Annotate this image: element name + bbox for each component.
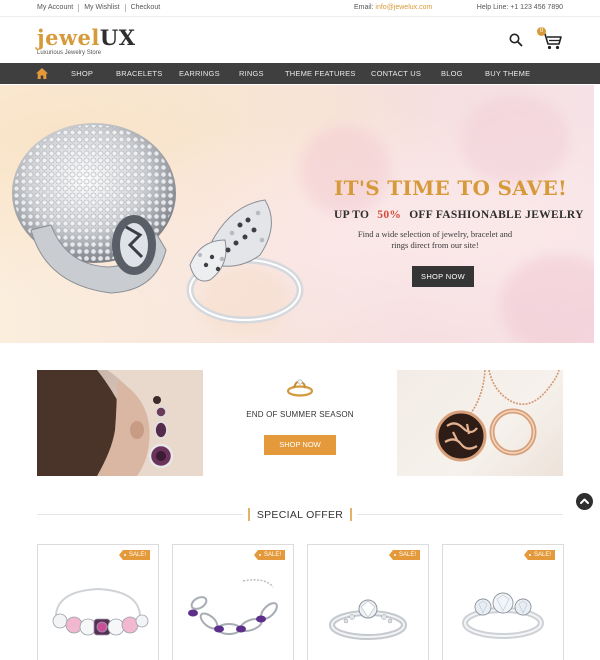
sale-badge: SALE! <box>118 550 150 560</box>
hero-discount-percent: 50% <box>377 209 402 221</box>
nav-item-bracelets[interactable]: BRACELETS <box>116 63 162 84</box>
summer-season-promo: END OF SUMMER SEASON SHOP NOW <box>203 370 397 476</box>
hero-sub-prefix: UP TO <box>334 209 370 221</box>
hero-sub-suffix: OFF FASHIONABLE JEWELRY <box>409 209 584 221</box>
model-earring-image <box>37 370 203 476</box>
nav-item-blog[interactable]: BLOG <box>441 63 463 84</box>
three-stone-ring-image <box>462 592 544 639</box>
hero-title: IT'S TIME TO SAVE! <box>334 176 568 200</box>
rose-gold-promo-image[interactable] <box>397 370 563 476</box>
help-line: Help Line: +1 123 456 7890 <box>476 4 563 11</box>
checkout-link[interactable]: Checkout <box>124 4 166 12</box>
search-button[interactable] <box>508 32 524 48</box>
product-card[interactable]: SALE! <box>307 544 429 660</box>
logo[interactable]: jewelUX Luxurious Jewelry Store <box>37 25 136 57</box>
nav-item-earrings[interactable]: EARRINGS <box>179 63 220 84</box>
nav-home[interactable] <box>35 67 49 80</box>
nav-item-shop[interactable]: SHOP <box>71 63 93 84</box>
flower-ring-image <box>186 199 304 324</box>
account-links: My Account My Wishlist Checkout <box>37 4 165 12</box>
logo-tagline: Luxurious Jewelry Store <box>37 50 102 56</box>
sale-badge: SALE! <box>523 550 555 560</box>
hero-bokeh <box>500 255 594 343</box>
gold-ring-icon <box>286 379 314 397</box>
top-bar: My Account My Wishlist Checkout Email: i… <box>0 0 600 16</box>
scroll-to-top-button[interactable] <box>576 493 593 510</box>
hero-banner: IT'S TIME TO SAVE! UP TO 50% OFF FASHIONAB… <box>0 85 594 343</box>
contact-email: Email: info@jewelux.com <box>354 4 432 11</box>
special-offer-heading: SPECIAL OFFER <box>37 505 563 525</box>
site-header: jewelUX Luxurious Jewelry Store 0 <box>0 16 600 62</box>
hero-shop-now-button[interactable]: SHOP NOW <box>412 266 474 287</box>
my-wishlist-link[interactable]: My Wishlist <box>78 4 124 12</box>
cart-button[interactable]: 0 <box>537 27 564 51</box>
promo-title: END OF SUMMER SEASON <box>246 410 354 419</box>
my-account-link[interactable]: My Account <box>37 4 78 12</box>
email-label: Email: <box>354 4 374 11</box>
hero-subtitle: UP TO 50% OFF FASHIONABLE JEWELRY <box>334 209 584 221</box>
search-icon <box>509 33 523 47</box>
sale-badge: SALE! <box>388 550 420 560</box>
product-card[interactable]: SALE! <box>37 544 159 660</box>
nav-item-buy-theme[interactable]: BUY THEME <box>485 63 530 84</box>
diamond-ring-image <box>329 599 407 640</box>
heading-divider-right <box>357 514 563 515</box>
sale-badge: SALE! <box>253 550 285 560</box>
nav-item-contact-us[interactable]: CONTACT US <box>371 63 421 84</box>
promo-shop-now-button[interactable]: SHOP NOW <box>264 435 336 455</box>
hero-bokeh <box>460 95 570 185</box>
rose-gold-necklace-image <box>435 370 560 462</box>
earrings-promo-image[interactable] <box>37 370 203 476</box>
product-card[interactable]: SALE! <box>442 544 564 660</box>
product-card[interactable]: SALE! <box>172 544 294 660</box>
main-nav: SHOP BRACELETS EARRINGS RINGS THEME FEAT… <box>0 63 600 84</box>
cart-count-badge: 0 <box>537 27 546 36</box>
special-offer-title: SPECIAL OFFER <box>256 509 344 521</box>
nav-item-theme-features[interactable]: THEME FEATURES <box>285 63 356 84</box>
hero-description: Find a wide selection of jewelry, bracel… <box>357 229 513 250</box>
home-icon <box>36 68 48 79</box>
purple-link-bracelet-image <box>188 579 278 635</box>
chevron-up-icon <box>580 498 589 504</box>
logo-text-jewel: jewel <box>37 25 100 50</box>
email-link[interactable]: info@jewelux.com <box>375 4 432 11</box>
pink-crystal-bracelet-image <box>52 587 149 636</box>
logo-text-ux: UX <box>99 25 136 50</box>
heading-accent-right <box>350 508 352 521</box>
nav-item-rings[interactable]: RINGS <box>239 63 264 84</box>
